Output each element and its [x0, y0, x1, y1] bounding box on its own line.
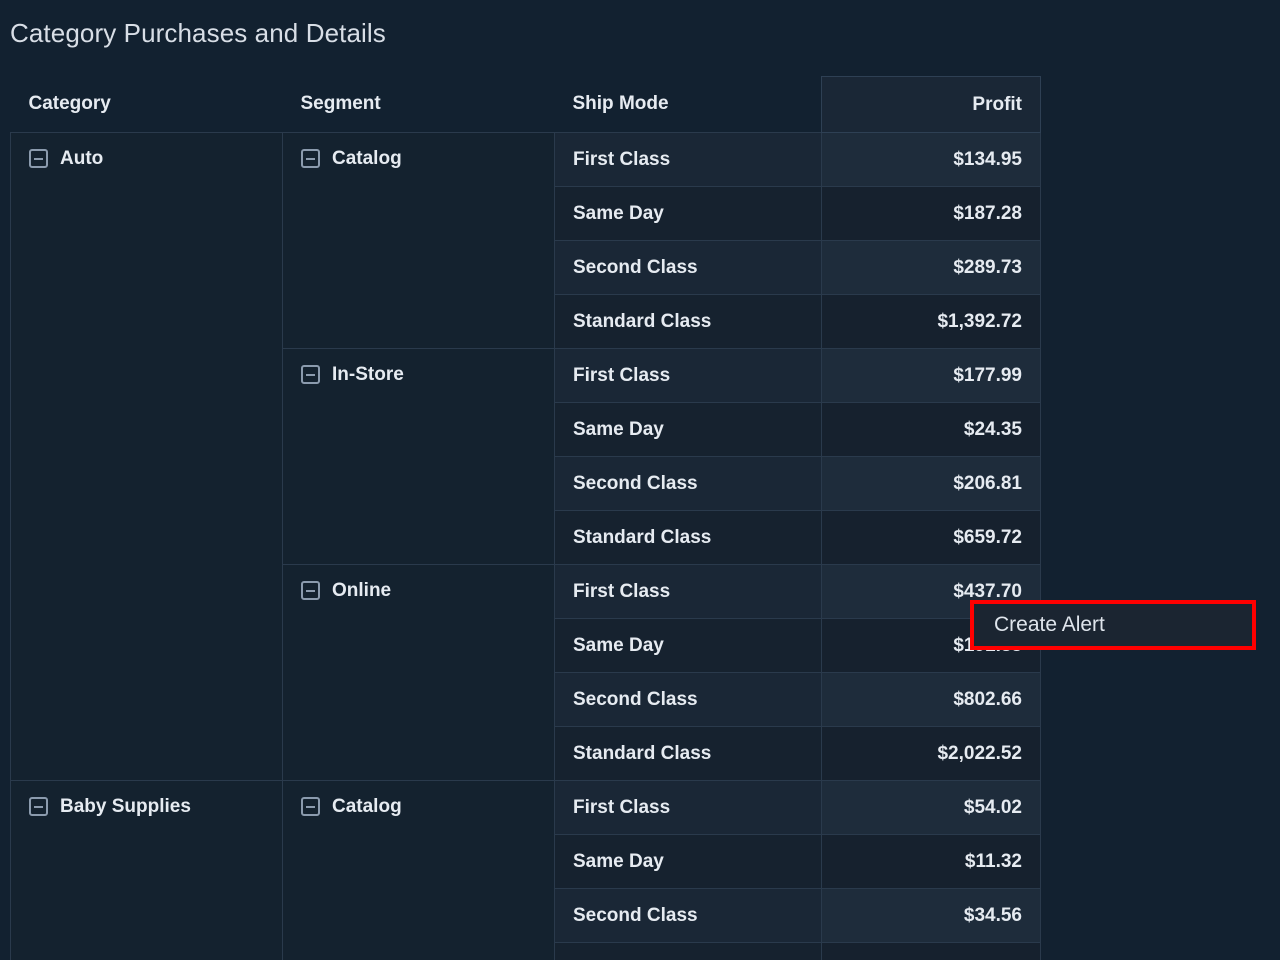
- cell-profit[interactable]: $206.81: [821, 456, 1041, 511]
- cell-category[interactable]: Auto: [10, 132, 283, 781]
- cell-ship-mode[interactable]: Same Day: [554, 402, 822, 457]
- segment-label: Catalog: [332, 148, 402, 169]
- cell-segment[interactable]: Catalog: [282, 132, 555, 349]
- table-row[interactable]: Auto Catalog First Class $134.95: [10, 132, 1041, 781]
- cell-profit[interactable]: $34.56: [821, 888, 1041, 943]
- cell-segment[interactable]: Online: [282, 564, 555, 781]
- column-header-segment[interactable]: Segment: [282, 76, 555, 133]
- cell-segment[interactable]: Catalog: [282, 780, 555, 960]
- column-header-ship-mode[interactable]: Ship Mode: [554, 76, 822, 133]
- segment-label: Online: [332, 580, 392, 601]
- cell-ship-mode[interactable]: [554, 942, 822, 960]
- cell-ship-mode[interactable]: Standard Class: [554, 510, 822, 565]
- context-menu[interactable]: Create Alert: [970, 600, 1256, 650]
- table-header: Category Segment Ship Mode Profit: [10, 76, 1041, 133]
- cell-ship-mode[interactable]: Second Class: [554, 672, 822, 727]
- cell-profit[interactable]: $802.66: [821, 672, 1041, 727]
- collapse-minus-icon[interactable]: [301, 149, 320, 168]
- cell-profit[interactable]: $54.02: [821, 780, 1041, 835]
- cell-ship-mode[interactable]: Standard Class: [554, 726, 822, 781]
- cell-ship-mode[interactable]: Same Day: [554, 834, 822, 889]
- category-label: Auto: [60, 148, 104, 169]
- segment-label: Catalog: [332, 796, 402, 817]
- cell-ship-mode[interactable]: Standard Class: [554, 294, 822, 349]
- cell-ship-mode[interactable]: First Class: [554, 564, 822, 619]
- collapse-minus-icon[interactable]: [301, 797, 320, 816]
- pivot-table: Category Segment Ship Mode Profit Auto Ca…: [10, 76, 1041, 960]
- cell-ship-mode[interactable]: First Class: [554, 132, 822, 187]
- cell-profit[interactable]: $1,392.72: [821, 294, 1041, 349]
- cell-profit[interactable]: $24.35: [821, 402, 1041, 457]
- context-menu-item-create-alert[interactable]: Create Alert: [974, 613, 1105, 637]
- collapse-minus-icon[interactable]: [29, 149, 48, 168]
- cell-category[interactable]: Baby Supplies: [10, 780, 283, 960]
- pivot-table-wrapper: Category Segment Ship Mode Profit Auto Ca…: [10, 76, 1041, 960]
- table-body: Auto Catalog First Class $134.95 Same Day $18…: [10, 132, 1041, 960]
- column-header-profit[interactable]: Profit: [821, 76, 1041, 133]
- collapse-minus-icon[interactable]: [301, 581, 320, 600]
- cell-ship-mode[interactable]: First Class: [554, 348, 822, 403]
- collapse-minus-icon[interactable]: [301, 365, 320, 384]
- cell-profit[interactable]: [821, 942, 1041, 960]
- cell-ship-mode[interactable]: First Class: [554, 780, 822, 835]
- collapse-minus-icon[interactable]: [29, 797, 48, 816]
- cell-ship-mode[interactable]: Same Day: [554, 618, 822, 673]
- cell-profit[interactable]: $289.73: [821, 240, 1041, 295]
- page-title: Category Purchases and Details: [10, 18, 386, 48]
- cell-ship-mode[interactable]: Second Class: [554, 240, 822, 295]
- cell-ship-mode[interactable]: Second Class: [554, 456, 822, 511]
- category-label: Baby Supplies: [60, 796, 191, 817]
- cell-profit[interactable]: $2,022.52: [821, 726, 1041, 781]
- segment-label: In-Store: [332, 364, 404, 385]
- cell-ship-mode[interactable]: Same Day: [554, 186, 822, 241]
- cell-ship-mode[interactable]: Second Class: [554, 888, 822, 943]
- cell-profit[interactable]: $134.95: [821, 132, 1041, 187]
- cell-segment[interactable]: In-Store: [282, 348, 555, 565]
- column-header-category[interactable]: Category: [10, 76, 283, 133]
- table-row[interactable]: Baby Supplies Catalog First Class $54.02: [10, 780, 1041, 960]
- header-row: Category Segment Ship Mode Profit: [10, 76, 1041, 133]
- cell-profit[interactable]: $177.99: [821, 348, 1041, 403]
- visual-container: Category Purchases and Details Category …: [0, 0, 1280, 960]
- cell-profit[interactable]: $187.28: [821, 186, 1041, 241]
- cell-profit[interactable]: $11.32: [821, 834, 1041, 889]
- cell-profit[interactable]: $659.72: [821, 510, 1041, 565]
